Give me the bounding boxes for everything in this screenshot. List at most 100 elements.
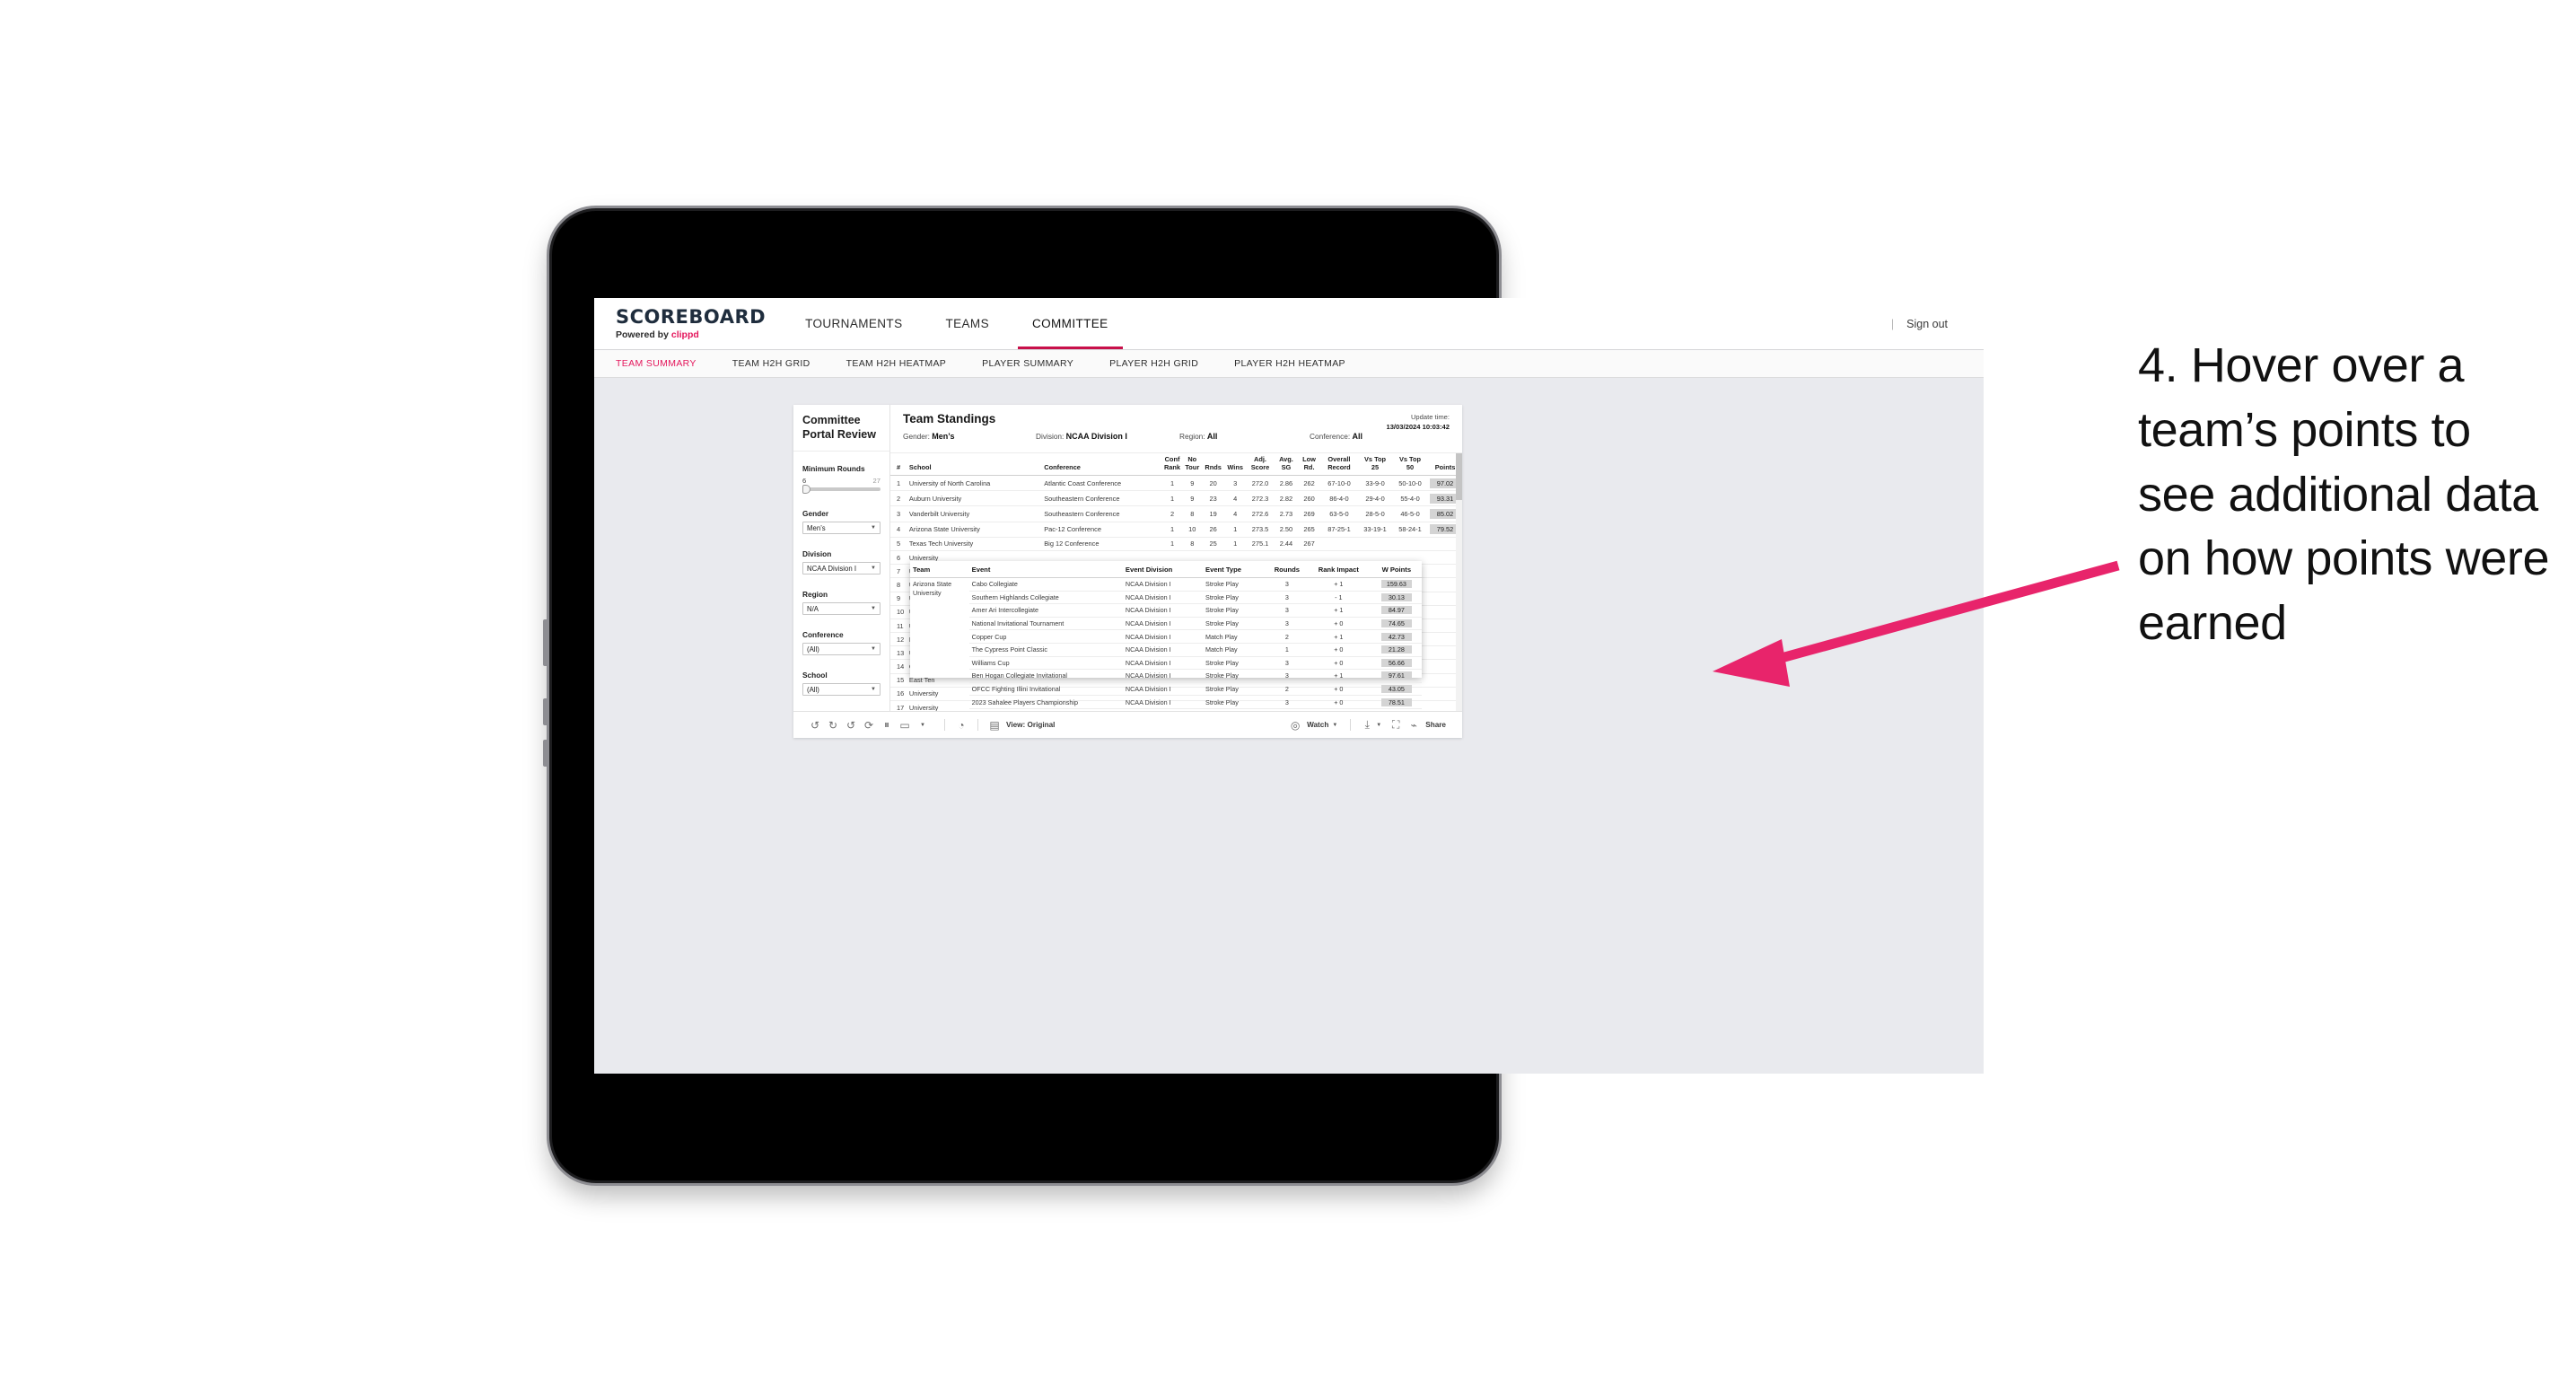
- chevron-down-icon[interactable]: ▼: [914, 716, 932, 734]
- tt-col-rounds: Rounds: [1267, 561, 1306, 578]
- col-no-tour-l2: Tour: [1185, 462, 1200, 471]
- conf-rank-cell: 2: [1161, 505, 1183, 522]
- minimum-rounds-max: 27: [872, 477, 881, 485]
- subtab-team-h2h-heatmap[interactable]: TEAM H2H HEATMAP: [846, 358, 967, 369]
- brand-sub-prefix: Powered by: [616, 329, 671, 340]
- top-navigation-bar: SCOREBOARD Powered by clippd TOURNAMENTS…: [594, 298, 1984, 350]
- subtab-team-summary[interactable]: TEAM SUMMARY: [616, 358, 716, 369]
- revert-icon[interactable]: ↺: [842, 716, 860, 734]
- conference-cell: Big 12 Conference: [1042, 537, 1162, 551]
- col-school[interactable]: School: [907, 453, 1043, 477]
- col-conf-rank[interactable]: Conf Rank: [1161, 453, 1183, 477]
- school-select[interactable]: (All) ▼: [802, 683, 881, 696]
- table-scrollbar-thumb[interactable]: [1456, 453, 1462, 500]
- division-select[interactable]: NCAA Division I ▼: [802, 562, 881, 575]
- avg-sg-cell: 2.44: [1274, 537, 1299, 551]
- tooltip-event-cell: 2023 Sahalee Players Championship: [968, 695, 1123, 709]
- dashboard-container: Committee Portal Review Minimum Rounds 6…: [793, 405, 1462, 738]
- watch-label[interactable]: Watch: [1307, 721, 1328, 729]
- school-filter: School (All) ▼: [802, 671, 881, 696]
- fullscreen-icon[interactable]: ⛶: [1387, 716, 1405, 734]
- share-label[interactable]: Share: [1425, 721, 1446, 729]
- col-wins[interactable]: Wins: [1223, 453, 1247, 477]
- col-avg-sg[interactable]: Avg. SG: [1274, 453, 1299, 477]
- device-layout-icon[interactable]: ▭: [896, 716, 914, 734]
- tooltip-type-cell: Match Play: [1203, 643, 1268, 657]
- instruction-annotation: 4. Hover over a team’s points to see add…: [2138, 338, 2550, 651]
- summary-region-label: Region:: [1179, 432, 1205, 441]
- share-icon[interactable]: ⌁: [1405, 716, 1423, 734]
- low-rd-cell: 262: [1298, 475, 1320, 492]
- tooltip-impact-cell: + 0: [1305, 617, 1371, 631]
- summary-division-value: NCAA Division I: [1065, 432, 1127, 441]
- col-rnds[interactable]: Rnds: [1202, 453, 1224, 477]
- rank-cell: 13: [890, 645, 907, 661]
- no-tour-cell: 10: [1182, 522, 1203, 538]
- view-label[interactable]: View: Original: [1006, 721, 1055, 729]
- overall-record-cell: 86-4-0: [1319, 490, 1359, 507]
- nav-tab-committee[interactable]: COMMITTEE: [1011, 298, 1130, 349]
- history-icon[interactable]: ◔: [952, 716, 970, 734]
- col-conference[interactable]: Conference: [1042, 453, 1162, 477]
- table-row[interactable]: 2 Auburn University Southeastern Conferenc…: [890, 490, 1462, 507]
- table-row[interactable]: 3 Vanderbilt University Southeastern Confe…: [890, 505, 1462, 522]
- rnds-cell: 19: [1202, 505, 1224, 522]
- toolbar-right-group: ◎ Watch ▼ ⤓ ▼ ⛶ ⌁ Share: [1286, 716, 1450, 734]
- summary-gender-label: Gender:: [903, 432, 930, 441]
- nav-tab-teams[interactable]: TEAMS: [924, 298, 1011, 349]
- tooltip-rounds-cell: 3: [1267, 577, 1306, 592]
- subtab-player-h2h-grid[interactable]: PLAYER H2H GRID: [1109, 358, 1218, 369]
- table-row[interactable]: 4 Arizona State University Pac-12 Conferen…: [890, 522, 1462, 538]
- minimum-rounds-slider[interactable]: [802, 485, 881, 494]
- brand-logo[interactable]: SCOREBOARD Powered by clippd: [594, 298, 784, 349]
- col-adj-score[interactable]: Adj. Score: [1246, 453, 1275, 477]
- tt-col-team: Team: [910, 561, 969, 578]
- slider-handle[interactable]: [802, 485, 810, 494]
- col-vs-top-50[interactable]: Vs Top 50: [1391, 453, 1429, 477]
- rnds-cell: 23: [1202, 490, 1224, 507]
- table-scrollbar[interactable]: [1456, 453, 1462, 711]
- col-rnds-l1: Rnds: [1205, 462, 1222, 471]
- tooltip-type-cell: Stroke Play: [1203, 591, 1268, 605]
- col-no-tour[interactable]: No Tour: [1182, 453, 1203, 477]
- nav-tab-tournaments[interactable]: TOURNAMENTS: [784, 298, 924, 349]
- conference-select[interactable]: (All) ▼: [802, 643, 881, 655]
- subtab-player-h2h-heatmap[interactable]: PLAYER H2H HEATMAP: [1234, 358, 1365, 369]
- col-rank[interactable]: #: [890, 453, 907, 477]
- gender-select[interactable]: Men’s ▼: [802, 522, 881, 534]
- chevron-down-icon[interactable]: ▼: [1376, 723, 1381, 728]
- chevron-down-icon[interactable]: ▼: [1332, 723, 1337, 728]
- download-icon[interactable]: ⤓: [1358, 716, 1376, 734]
- chevron-down-icon: ▼: [871, 566, 876, 571]
- subtab-team-h2h-grid[interactable]: TEAM H2H GRID: [732, 358, 830, 369]
- region-filter-label: Region: [802, 590, 828, 599]
- col-wins-l1: Wins: [1227, 462, 1243, 471]
- watch-icon[interactable]: ◎: [1286, 716, 1304, 734]
- undo-icon[interactable]: ↺: [806, 716, 824, 734]
- tooltip-row: Arizona State University Cabo Collegiate N…: [910, 577, 1422, 597]
- col-low-rd[interactable]: Low Rd.: [1298, 453, 1320, 477]
- tooltip-wpoints-cell: 97.61: [1371, 669, 1422, 683]
- subtab-player-summary[interactable]: PLAYER SUMMARY: [982, 358, 1093, 369]
- tooltip-event-cell: Cabo Collegiate: [968, 577, 1123, 592]
- col-overall[interactable]: Overall Record: [1319, 453, 1359, 477]
- tooltip-row: Southern Highlands Collegiate NCAA Divisi…: [910, 591, 1422, 605]
- summary-division-label: Division:: [1036, 432, 1065, 441]
- table-row[interactable]: 1 University of North Carolina Atlantic Co…: [890, 475, 1462, 492]
- rank-cell: 17: [890, 700, 907, 711]
- signout-link[interactable]: Sign out: [1906, 318, 1948, 330]
- col-vs25-l2: 25: [1371, 462, 1380, 471]
- refresh-data-icon[interactable]: ⟳: [860, 716, 878, 734]
- adj-score-cell: 272.0: [1246, 475, 1275, 492]
- redo-icon[interactable]: ↻: [824, 716, 842, 734]
- region-select[interactable]: N/A ▼: [802, 602, 881, 615]
- tooltip-impact-cell: + 0: [1305, 695, 1371, 709]
- low-rd-cell: 267: [1298, 537, 1320, 551]
- gender-filter-label: Gender: [802, 509, 829, 518]
- view-icon[interactable]: ▤: [986, 716, 1003, 734]
- col-vs-top-25[interactable]: Vs Top 25: [1358, 453, 1392, 477]
- rank-cell: 1: [890, 475, 907, 492]
- table-row[interactable]: 5 Texas Tech University Big 12 Conference 1…: [890, 537, 1462, 551]
- pause-updates-icon[interactable]: ⏸: [878, 716, 896, 734]
- portal-heading-line1: Committee: [802, 413, 861, 426]
